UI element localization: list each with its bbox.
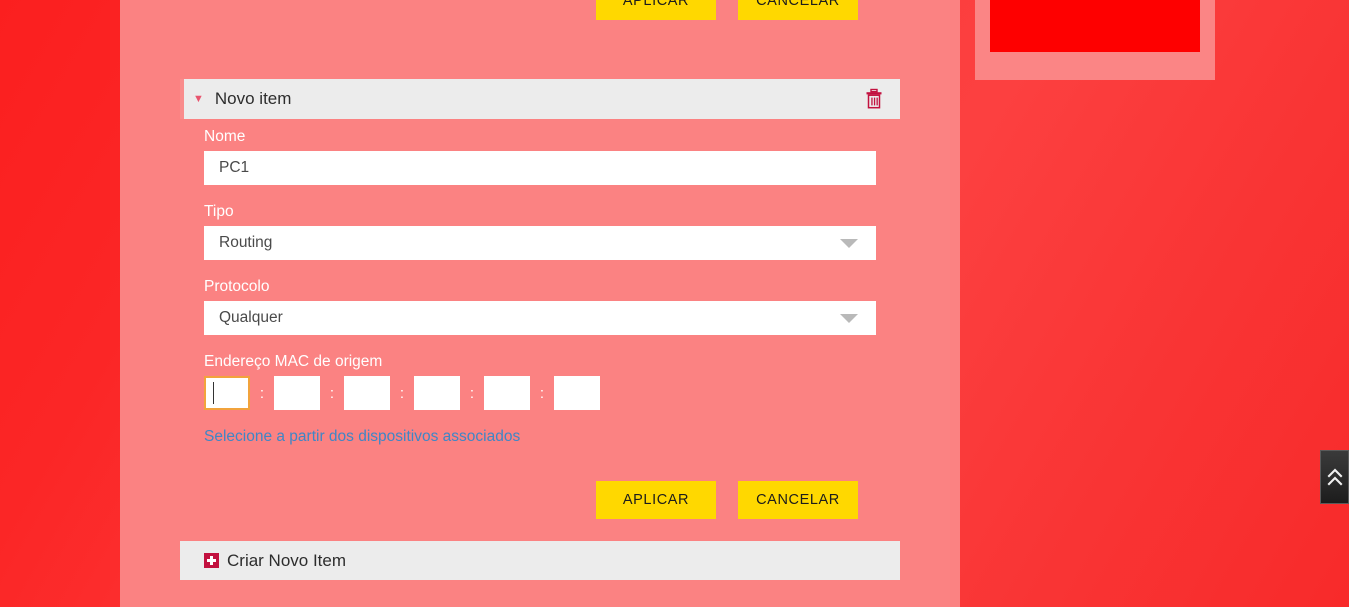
label-nome: Nome (204, 128, 246, 145)
mac-separator-3: : (399, 384, 405, 402)
text-cursor (213, 382, 214, 404)
apply-button-top[interactable]: APLICAR (596, 0, 716, 20)
protocol-select-value[interactable]: Qualquer (204, 301, 876, 335)
mac-cell-1 (204, 376, 250, 410)
mac-octet-5[interactable] (484, 376, 530, 410)
mac-octet-1[interactable] (204, 376, 250, 410)
create-new-item-bar[interactable]: Criar Novo Item (180, 541, 900, 580)
mac-separator-5: : (539, 384, 545, 402)
label-endereco-mac: Endereço MAC de origem (204, 353, 383, 370)
select-from-associated-devices-link[interactable]: Selecione a partir dos dispositivos asso… (204, 428, 520, 446)
mac-octet-4[interactable] (414, 376, 460, 410)
label-tipo: Tipo (204, 203, 234, 220)
settings-content-panel: APLICAR CANCELAR ▼ Novo item Nome PC1 Ti… (120, 0, 960, 607)
top-action-row: APLICAR CANCELAR (596, 0, 896, 36)
item-title: Novo item (214, 89, 292, 108)
protocol-select[interactable]: Qualquer (204, 301, 876, 335)
label-protocolo: Protocolo (204, 278, 270, 295)
mac-separator-1: : (259, 384, 265, 402)
plus-square-icon[interactable] (204, 553, 219, 568)
bottom-action-row: APLICAR CANCELAR (596, 481, 896, 519)
item-form: Nome Tipo Routing Protocolo Qualquer End… (204, 128, 901, 446)
mac-separator-4: : (469, 384, 475, 402)
scroll-to-top-button[interactable] (1320, 450, 1349, 504)
page-root: APLICAR CANCELAR ▼ Novo item Nome PC1 Ti… (0, 0, 1349, 607)
mac-address-row: : : : : : (204, 376, 901, 410)
type-select[interactable]: Routing (204, 226, 876, 260)
mac-octet-3[interactable] (344, 376, 390, 410)
side-widget-red-block (990, 0, 1200, 52)
mac-separator-2: : (329, 384, 335, 402)
cancel-button[interactable]: CANCELAR (738, 481, 858, 519)
trash-icon[interactable] (864, 88, 884, 110)
type-select-value[interactable]: Routing (204, 226, 876, 260)
double-chevron-up-icon (1327, 467, 1343, 487)
apply-button[interactable]: APLICAR (596, 481, 716, 519)
caret-down-icon[interactable]: ▼ (193, 93, 204, 105)
cancel-button-top[interactable]: CANCELAR (738, 0, 858, 20)
side-widget-panel (975, 0, 1215, 80)
item-header-novo-item[interactable]: ▼ Novo item (180, 79, 900, 119)
mac-octet-2[interactable] (274, 376, 320, 410)
create-new-item-label: Criar Novo Item (227, 550, 347, 570)
mac-octet-6[interactable] (554, 376, 600, 410)
name-input[interactable] (204, 151, 876, 185)
